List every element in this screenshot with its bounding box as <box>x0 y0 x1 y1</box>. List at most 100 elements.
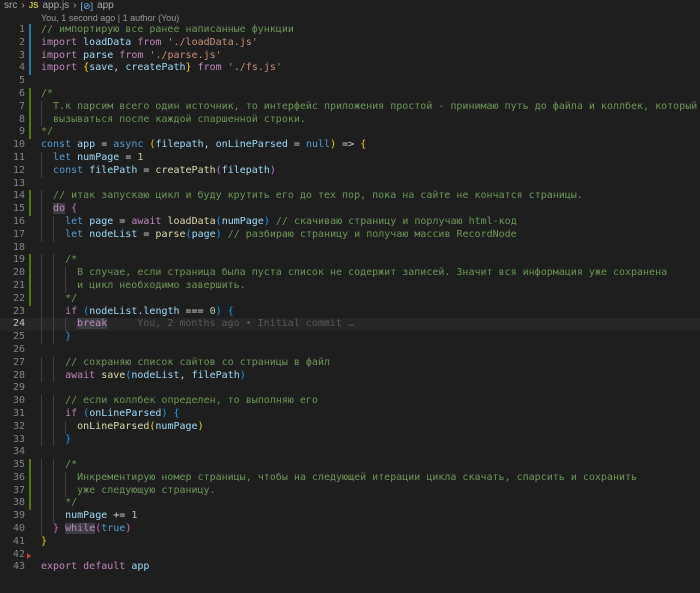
line-number[interactable]: 40 <box>0 523 25 536</box>
git-change-marker[interactable] <box>29 126 31 140</box>
line-number[interactable]: 16 <box>0 216 25 229</box>
line-number[interactable]: 12 <box>0 165 25 178</box>
line-number[interactable]: 4 <box>0 62 25 75</box>
git-change-marker[interactable] <box>29 267 31 280</box>
code-line[interactable]: 35 /* <box>0 459 700 472</box>
line-number[interactable]: 1 <box>0 24 25 37</box>
line-number[interactable]: 18 <box>0 242 25 255</box>
code-line[interactable]: 15 do { <box>0 203 700 216</box>
code-line[interactable]: 25 } <box>0 331 700 344</box>
line-number[interactable]: 29 <box>0 382 25 395</box>
code-line[interactable]: 22 */ <box>0 292 700 306</box>
git-change-marker[interactable] <box>29 190 31 204</box>
code-line[interactable]: 33 } <box>0 433 700 447</box>
git-change-marker[interactable] <box>29 36 31 50</box>
line-number[interactable]: 20 <box>0 267 25 280</box>
line-number[interactable]: 22 <box>0 293 25 306</box>
line-number[interactable]: 25 <box>0 331 25 344</box>
code-line[interactable]: 26 <box>0 344 700 357</box>
code-line[interactable]: 30 // если коллбек определен, то выполня… <box>0 395 700 408</box>
line-number[interactable]: 35 <box>0 459 25 472</box>
line-number[interactable]: 41 <box>0 536 25 549</box>
code-line[interactable]: 29 <box>0 382 700 395</box>
git-change-marker[interactable] <box>29 24 31 37</box>
code-line[interactable]: 3 import parse from './parse.js' <box>0 49 700 63</box>
git-change-marker[interactable] <box>29 459 31 472</box>
git-change-marker[interactable] <box>29 484 31 498</box>
line-number[interactable]: 42 <box>0 549 25 562</box>
code-line[interactable]: 41} <box>0 536 700 549</box>
line-number[interactable]: 3 <box>0 50 25 63</box>
line-number[interactable]: 7 <box>0 101 25 114</box>
code-line[interactable]: 32 onLineParsed(numPage) <box>0 420 700 434</box>
code-line[interactable]: 2 import loadData from './loadData.js' <box>0 36 700 50</box>
line-number[interactable]: 37 <box>0 485 25 498</box>
git-change-marker[interactable] <box>29 87 31 101</box>
line-number[interactable]: 21 <box>0 280 25 293</box>
code-line[interactable]: 12 const filePath = createPath(filepath) <box>0 164 700 178</box>
line-number[interactable]: 9 <box>0 126 25 139</box>
line-number[interactable]: 5 <box>0 75 25 88</box>
code-line[interactable]: 14 // итак запускаю цикл и буду крутить … <box>0 190 700 204</box>
git-change-marker[interactable] <box>29 100 31 114</box>
line-number[interactable]: 13 <box>0 178 25 191</box>
code-line[interactable]: 38 */ <box>0 497 700 511</box>
line-number[interactable]: 8 <box>0 114 25 127</box>
code-line[interactable]: 34 <box>0 446 700 459</box>
git-change-marker[interactable] <box>29 203 31 216</box>
codelens-blame[interactable]: You, 1 second ago | 1 author (You) <box>41 12 179 24</box>
code-line[interactable]: 10 const app = async (filepath, onLinePar… <box>0 139 700 152</box>
line-number[interactable]: 14 <box>0 190 25 203</box>
line-number[interactable]: 38 <box>0 497 25 510</box>
code-line[interactable]: 5 <box>0 75 700 88</box>
code-line[interactable]: 28 await save(nodeList, filePath) <box>0 369 700 383</box>
line-number[interactable]: 11 <box>0 152 25 165</box>
code-line[interactable]: 9 */ <box>0 126 700 140</box>
code-line[interactable]: 18 <box>0 242 700 255</box>
code-line[interactable]: 27 // сохраняю список сайтов со страницы… <box>0 356 700 370</box>
git-change-marker[interactable] <box>29 497 31 511</box>
code-line[interactable]: 43 export default app <box>0 561 700 574</box>
code-line[interactable]: 23 if (nodeList.length === 0) { <box>0 305 700 319</box>
code-line[interactable]: 16 let page = await loadData(numPage) //… <box>0 215 700 229</box>
code-line[interactable]: 19 /* <box>0 254 700 268</box>
line-number[interactable]: 32 <box>0 421 25 434</box>
git-change-marker[interactable] <box>29 292 31 306</box>
code-line[interactable]: 20 В случае, если страница была пуста сп… <box>0 267 700 280</box>
line-number[interactable]: 6 <box>0 88 25 101</box>
line-number[interactable]: 43 <box>0 561 25 574</box>
code-line[interactable]: 37 уже следующую страницу. <box>0 484 700 498</box>
line-number[interactable]: 28 <box>0 370 25 383</box>
code-line[interactable]: 42 <box>0 549 700 562</box>
code-line[interactable]: 40 } while(true) <box>0 523 700 536</box>
line-number[interactable]: 27 <box>0 357 25 370</box>
code-line[interactable]: 24 break You, 2 months ago • Initial comm… <box>0 318 700 332</box>
line-number[interactable]: 15 <box>0 203 25 216</box>
line-number[interactable]: 31 <box>0 408 25 421</box>
code-line[interactable]: 21 и цикл необходимо завершить. <box>0 279 700 293</box>
code-line[interactable]: 36 Инкрементирую номер страницы, чтобы н… <box>0 471 700 485</box>
line-number[interactable]: 10 <box>0 139 25 152</box>
git-deleted-marker[interactable] <box>27 552 31 559</box>
code-line[interactable]: 39 numPage += 1 <box>0 510 700 524</box>
code-line[interactable]: 1 // импортирую все ранее написанные функ… <box>0 24 700 37</box>
line-number[interactable]: 26 <box>0 344 25 357</box>
line-number[interactable]: 19 <box>0 254 25 267</box>
line-number[interactable]: 36 <box>0 472 25 485</box>
git-change-marker[interactable] <box>29 49 31 63</box>
breadcrumb-symbol[interactable]: app <box>97 0 114 12</box>
git-change-marker[interactable] <box>29 254 31 268</box>
git-change-marker[interactable] <box>29 113 31 127</box>
breadcrumb-file[interactable]: app.js <box>42 0 69 12</box>
line-number[interactable]: 39 <box>0 510 25 523</box>
code-line[interactable]: 13 <box>0 178 700 191</box>
code-line[interactable]: 4 import {save, createPath} from './fs.js… <box>0 62 700 76</box>
breadcrumb-folder[interactable]: src <box>4 0 17 12</box>
code-line[interactable]: 7 Т.к парсим всего один источник, то инт… <box>0 100 700 114</box>
line-number[interactable]: 34 <box>0 446 25 459</box>
line-number[interactable]: 23 <box>0 306 25 319</box>
code-line[interactable]: 31 if (onLineParsed) { <box>0 407 700 421</box>
line-number[interactable]: 33 <box>0 434 25 447</box>
git-change-marker[interactable] <box>29 279 31 293</box>
code-editor[interactable]: 1 // импортирую все ранее написанные функ… <box>0 24 700 574</box>
